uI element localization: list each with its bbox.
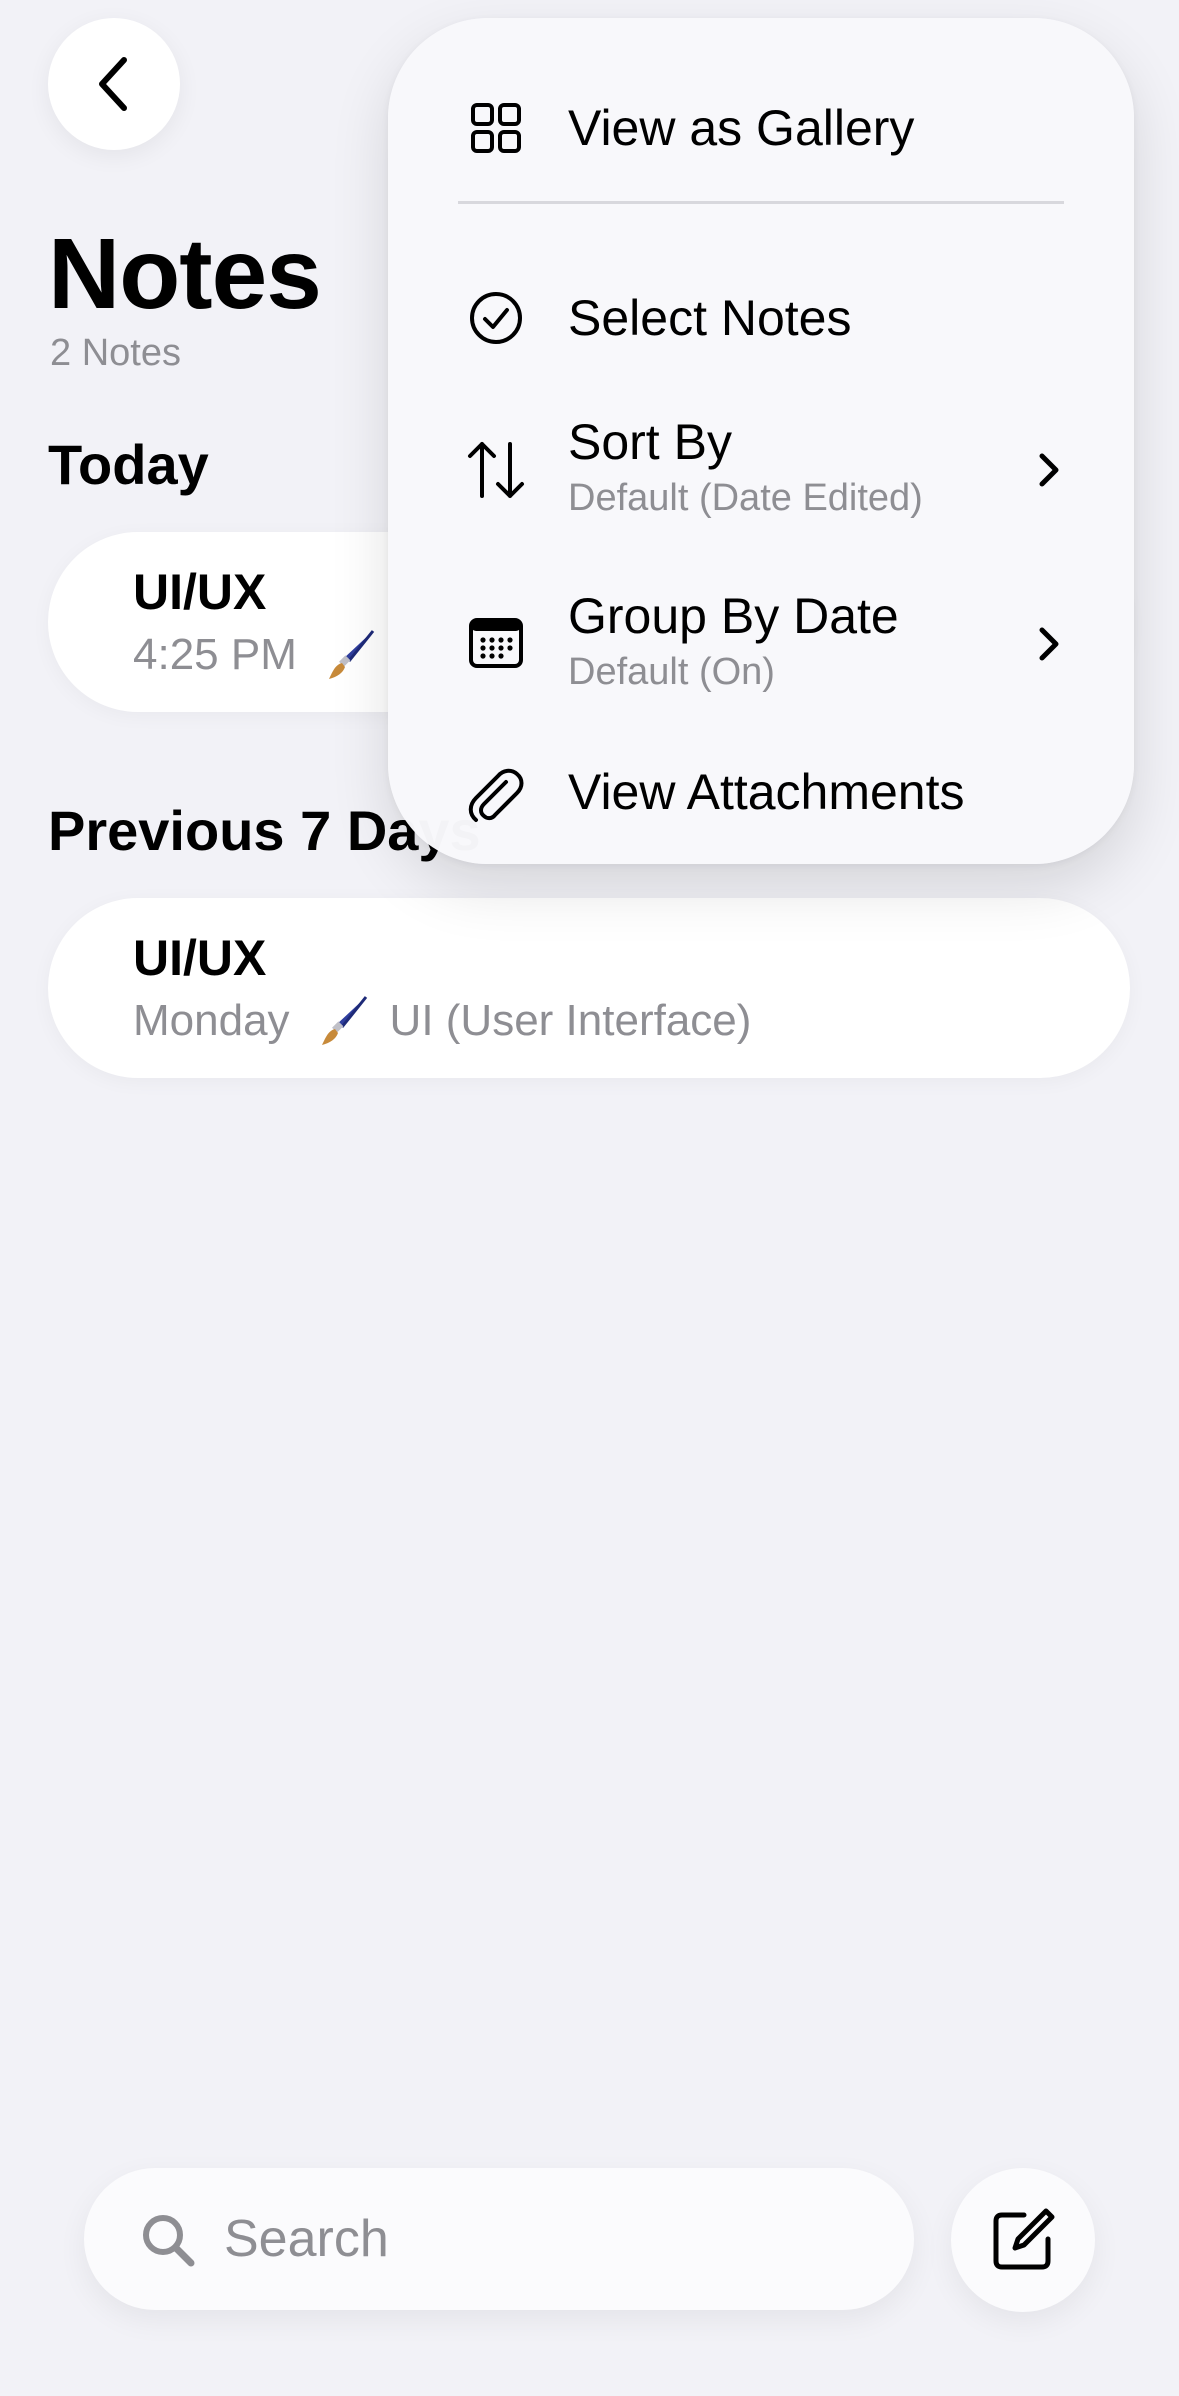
note-count: 2 Notes xyxy=(50,332,181,374)
options-menu: View as Gallery Select Notes Sort By Def… xyxy=(388,18,1134,864)
note-card[interactable]: UI/UX Monday UI (User Interface) xyxy=(48,898,1130,1078)
calendar-icon xyxy=(466,612,526,672)
menu-divider xyxy=(458,201,1064,204)
chevron-left-icon xyxy=(99,57,127,111)
chevron-right-icon xyxy=(1039,453,1059,487)
section-header-today: Today xyxy=(48,433,209,496)
menu-item-label: Group By Date xyxy=(568,588,899,644)
note-meta: 4:25 PM xyxy=(133,626,397,684)
search-bar[interactable] xyxy=(84,2168,914,2310)
note-time: 4:25 PM xyxy=(133,630,297,679)
note-title: UI/UX xyxy=(133,564,267,620)
menu-item-view-attachments[interactable]: View Attachments xyxy=(388,730,1134,860)
note-preview: UI (User Interface) xyxy=(389,996,752,1045)
paintbrush-icon xyxy=(328,630,375,679)
menu-item-sublabel: Default (Date Edited) xyxy=(568,477,923,519)
search-input[interactable] xyxy=(224,2204,864,2274)
paperclip-icon xyxy=(466,766,526,826)
menu-item-group-by-date[interactable]: Group By Date Default (On) xyxy=(388,564,1134,724)
page-title: Notes xyxy=(48,218,322,330)
checkmark-circle-icon xyxy=(466,288,526,348)
paintbrush-icon xyxy=(321,996,367,1045)
note-title: UI/UX xyxy=(133,930,267,986)
sort-arrows-icon xyxy=(464,438,528,502)
note-meta: Monday UI (User Interface) xyxy=(133,992,751,1050)
menu-item-sort-by[interactable]: Sort By Default (Date Edited) xyxy=(388,390,1134,550)
gallery-grid-icon xyxy=(466,98,526,158)
compose-button[interactable] xyxy=(951,2168,1095,2312)
search-icon xyxy=(143,2215,195,2267)
compose-icon xyxy=(993,2208,1055,2270)
menu-item-label: View as Gallery xyxy=(568,100,915,156)
back-button[interactable] xyxy=(48,18,180,150)
note-time: Monday xyxy=(133,996,290,1045)
menu-item-select-notes[interactable]: Select Notes xyxy=(388,248,1134,388)
chevron-right-icon xyxy=(1039,627,1059,661)
menu-item-label: Sort By xyxy=(568,414,732,470)
menu-item-view-as-gallery[interactable]: View as Gallery xyxy=(388,68,1134,188)
menu-item-label: Select Notes xyxy=(568,290,852,346)
menu-item-sublabel: Default (On) xyxy=(568,651,775,693)
menu-item-label: View Attachments xyxy=(568,764,965,820)
